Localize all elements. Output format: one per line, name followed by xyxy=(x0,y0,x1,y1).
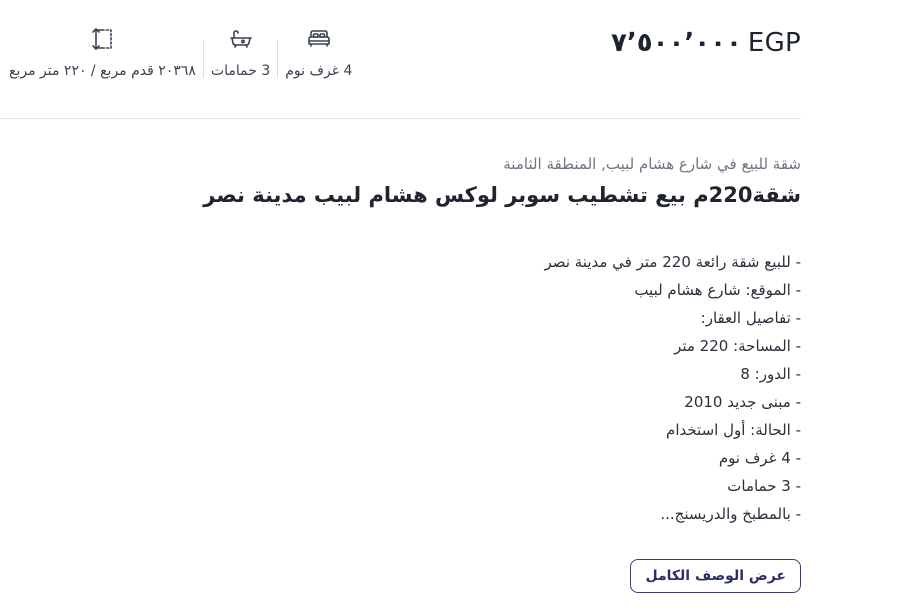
bathtub-icon xyxy=(228,26,254,52)
listing-summary-bar: ٢٠٣٦٨ قدم مربع / ٢٢٠ متر مربع 3 حمامات 4… xyxy=(0,0,801,119)
area-label: ٢٠٣٦٨ قدم مربع / ٢٢٠ متر مربع xyxy=(9,63,196,79)
description-line: - مبنى جديد 2010 xyxy=(684,393,801,411)
show-full-description-button[interactable]: عرض الوصف الكامل xyxy=(630,559,801,593)
bed-icon xyxy=(306,26,332,52)
stat-bathrooms: 3 حمامات xyxy=(204,26,277,80)
description-line: - المساحة: 220 متر xyxy=(674,337,801,355)
listing-details: ٢٠٣٦٨ قدم مربع / ٢٢٠ متر مربع 3 حمامات 4… xyxy=(0,0,801,614)
property-stats: ٢٠٣٦٨ قدم مربع / ٢٢٠ متر مربع 3 حمامات 4… xyxy=(9,26,352,84)
listing-content: شقة للبيع في شارع هشام لبيب, المنطقة الث… xyxy=(0,150,801,593)
price-value: ٧٬٥٠٠٬٠٠٠ xyxy=(611,28,742,58)
stat-area: ٢٠٣٦٨ قدم مربع / ٢٢٠ متر مربع xyxy=(9,26,203,80)
listing-location-subtitle: شقة للبيع في شارع هشام لبيب, المنطقة الث… xyxy=(503,155,801,173)
description-line: - 3 حمامات xyxy=(727,477,801,495)
listing-price: ٧٬٥٠٠٬٠٠٠ EGP xyxy=(611,28,801,58)
listing-description: - للبيع شقة رائعة 220 متر في مدينة نصر -… xyxy=(0,248,801,528)
description-line: - الموقع: شارع هشام لبيب xyxy=(634,281,801,299)
description-line: - الحالة: أول استخدام xyxy=(666,421,801,439)
bathrooms-label: 3 حمامات xyxy=(210,63,271,79)
description-line: - تفاصيل العقار: xyxy=(700,309,801,327)
stat-bedrooms: 4 غرف نوم xyxy=(278,26,352,80)
description-line: - 4 غرف نوم xyxy=(718,449,801,467)
listing-title: شقة220م بيع تشطيب سوبر لوكس هشام لبيب مد… xyxy=(203,183,801,207)
area-resize-icon xyxy=(89,26,115,52)
description-line: - الدور: 8 xyxy=(740,365,801,383)
description-line: - للبيع شقة رائعة 220 متر في مدينة نصر xyxy=(544,253,801,271)
description-line: - بالمطبخ والدريسنج... xyxy=(660,505,801,523)
price-currency: EGP xyxy=(747,28,801,58)
bedrooms-label: 4 غرف نوم xyxy=(285,63,353,79)
